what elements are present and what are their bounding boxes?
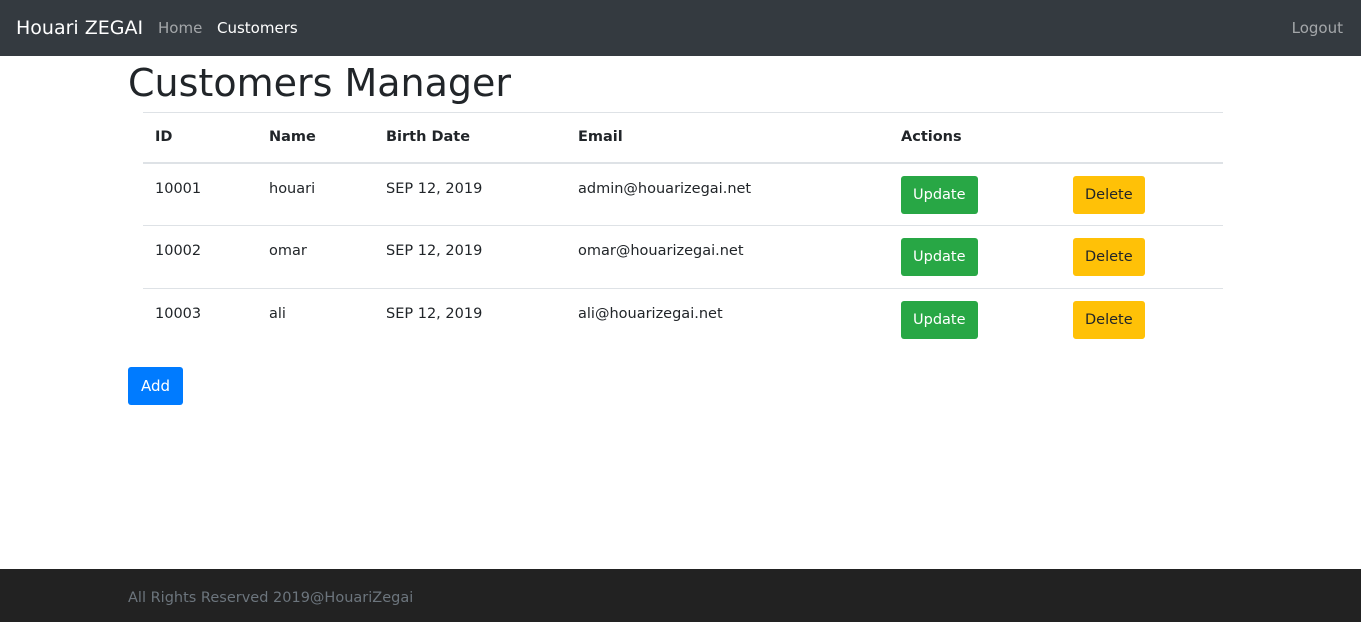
cell-delete: Delete — [1061, 226, 1223, 289]
table-row: 10003 ali SEP 12, 2019 ali@houarizegai.n… — [143, 289, 1223, 352]
table-header-row: ID Name Birth Date Email Actions — [143, 112, 1223, 163]
cell-name: ali — [269, 306, 286, 322]
table-header: ID Name Birth Date Email Actions — [143, 112, 1223, 163]
cell-update: Update — [889, 289, 1061, 352]
column-header-blank — [1061, 113, 1223, 163]
update-button[interactable]: Update — [901, 175, 978, 214]
cell-update: Update — [889, 163, 1061, 226]
cell-name: houari — [269, 180, 316, 197]
table-row: 10001 houari SEP 12, 2019 admin@houarize… — [143, 163, 1223, 226]
update-button[interactable]: Update — [901, 301, 978, 339]
add-button[interactable]: Add — [128, 367, 184, 405]
column-header-email: Email — [578, 129, 623, 146]
cell-id: 10002 — [155, 243, 202, 259]
cell-delete: Delete — [1061, 289, 1223, 352]
page-title: Customers Manager — [128, 61, 512, 105]
cell-birth-date: SEP 12, 2019 — [386, 180, 483, 197]
delete-button[interactable]: Delete — [1073, 301, 1145, 339]
cell-delete: Delete — [1061, 163, 1223, 226]
nav-home-link[interactable]: Home — [158, 18, 202, 38]
delete-button[interactable]: Delete — [1073, 238, 1145, 276]
cell-id: 10001 — [155, 180, 202, 197]
brand-link[interactable]: Houari ZEGAI — [16, 15, 143, 41]
cell-email: admin@houarizegai.net — [578, 180, 752, 197]
column-header-id: ID — [155, 129, 173, 146]
logout-link[interactable]: Logout — [1292, 18, 1343, 38]
footer-text: All Rights Reserved 2019@HouariZegai — [128, 590, 414, 606]
footer: All Rights Reserved 2019@HouariZegai — [0, 569, 1361, 622]
delete-button[interactable]: Delete — [1073, 175, 1145, 214]
cell-birth-date: SEP 12, 2019 — [386, 243, 483, 259]
navbar: Houari ZEGAI Home Customers Logout — [0, 0, 1361, 56]
cell-id: 10003 — [155, 306, 202, 322]
column-header-name: Name — [269, 129, 316, 146]
column-header-actions: Actions — [901, 129, 962, 146]
table-row: 10002 omar SEP 12, 2019 omar@houarizegai… — [143, 226, 1223, 289]
nav-customers-link[interactable]: Customers — [217, 18, 298, 38]
column-header-birth-date: Birth Date — [386, 129, 471, 146]
customers-table: ID Name Birth Date Email Actions 10001 h… — [143, 112, 1223, 352]
cell-update: Update — [889, 226, 1061, 289]
update-button[interactable]: Update — [901, 238, 978, 276]
cell-birth-date: SEP 12, 2019 — [386, 306, 483, 322]
cell-email: omar@houarizegai.net — [578, 243, 744, 259]
cell-name: omar — [269, 243, 307, 259]
cell-email: ali@houarizegai.net — [578, 306, 723, 322]
table-body: 10001 houari SEP 12, 2019 admin@houarize… — [143, 163, 1223, 352]
